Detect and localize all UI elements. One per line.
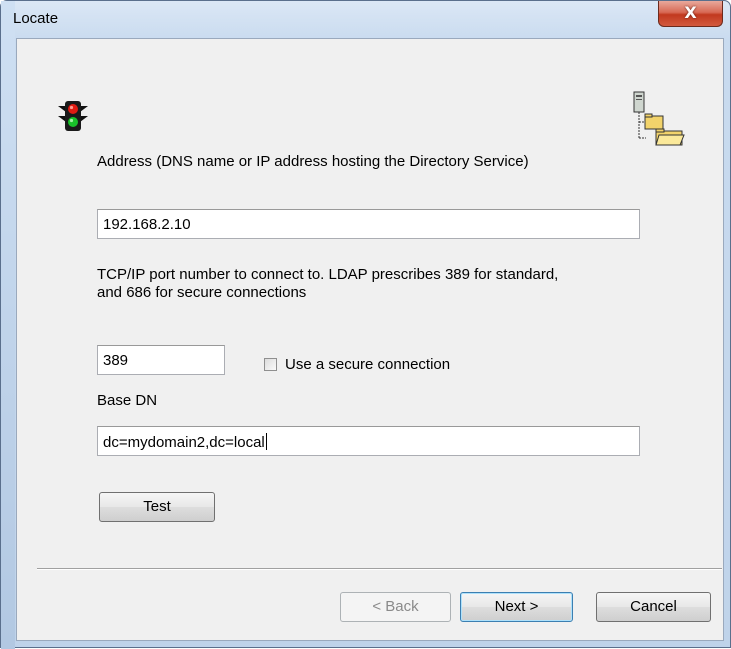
port-input[interactable]: 389: [97, 345, 225, 375]
back-button[interactable]: < Back: [340, 592, 451, 622]
port-description-line2: and 686 for secure connections: [97, 284, 307, 301]
port-description-line1: TCP/IP port number to connect to. LDAP p…: [97, 266, 559, 283]
address-label: Address (DNS name or IP address hosting …: [97, 153, 529, 170]
base-dn-input[interactable]: dc=mydomain2,dc=local: [97, 426, 640, 456]
traffic-light-icon: [58, 101, 88, 131]
cancel-button[interactable]: Cancel: [596, 592, 711, 622]
port-value: 389: [103, 352, 129, 369]
secure-connection-checkbox[interactable]: [264, 358, 277, 371]
dialog-body: Address (DNS name or IP address hosting …: [16, 38, 724, 641]
secure-connection-label[interactable]: Use a secure connection: [285, 356, 450, 373]
next-button[interactable]: Next >: [460, 592, 573, 622]
address-input[interactable]: 192.168.2.10: [97, 209, 640, 239]
window-title: Locate: [13, 10, 59, 27]
title-bar[interactable]: Locate X: [1, 1, 730, 37]
base-dn-label: Base DN: [97, 392, 158, 409]
footer-separator: [37, 568, 722, 570]
text-caret: [265, 433, 267, 450]
directory-tree-icon: [633, 91, 685, 146]
dialog-window: Locate X Address (DNS name or IP address…: [0, 0, 731, 649]
base-dn-value: dc=mydomain2,dc=local: [103, 434, 265, 451]
address-value: 192.168.2.10: [103, 216, 191, 233]
test-button[interactable]: Test: [99, 492, 215, 522]
close-button[interactable]: X: [658, 1, 723, 27]
